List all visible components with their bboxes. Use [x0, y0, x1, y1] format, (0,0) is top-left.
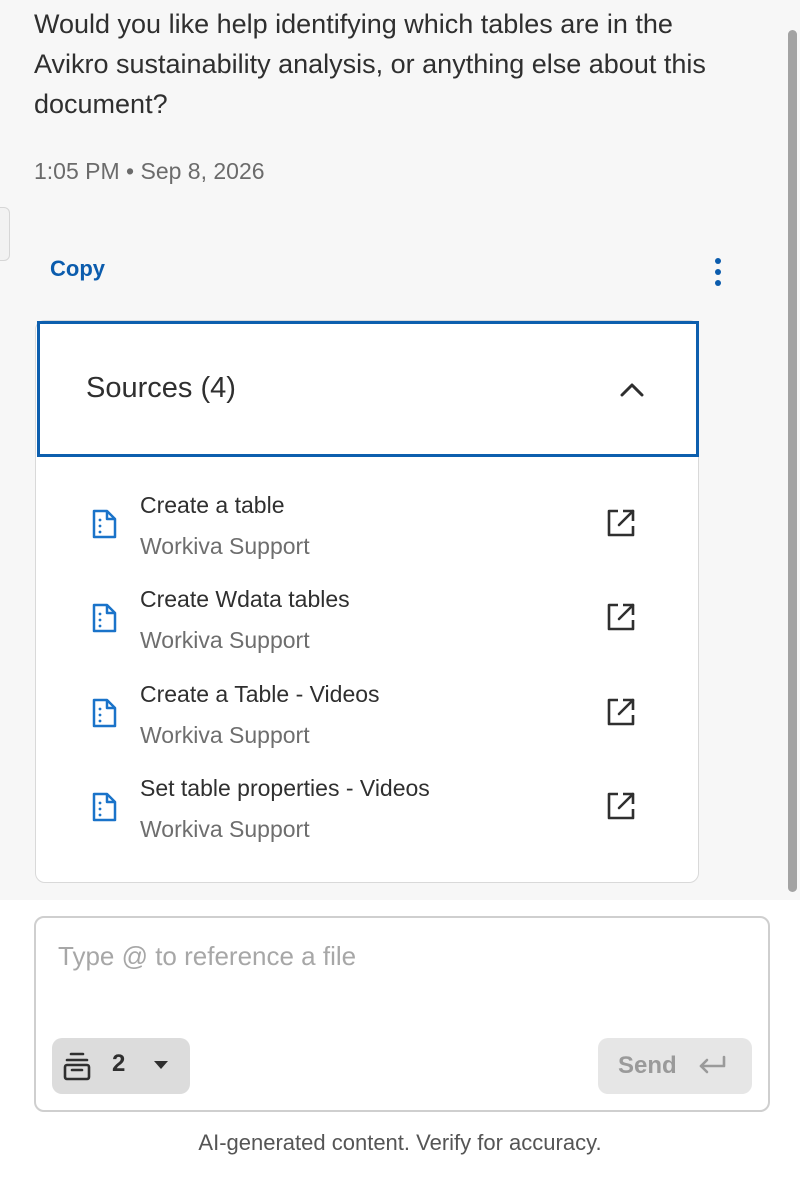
context-count: 2 [112, 1050, 126, 1077]
document-icon [92, 792, 117, 822]
source-item[interactable]: Create a Table - Videos Workiva Support [36, 681, 698, 765]
document-icon [92, 603, 117, 633]
sources-panel: Sources (4) Create a table Workiva Suppo… [35, 320, 699, 883]
source-subtitle: Workiva Support [140, 533, 310, 559]
source-item[interactable]: Create a table Workiva Support [36, 492, 698, 576]
context-files-dropdown[interactable]: 2 [52, 1038, 190, 1094]
source-title: Create a table [140, 492, 285, 518]
stacked-files-icon [63, 1052, 91, 1081]
scrollbar-thumb[interactable] [788, 30, 797, 892]
source-item[interactable]: Set table properties - Videos Workiva Su… [36, 775, 698, 859]
sources-toggle[interactable]: Sources (4) [37, 321, 699, 457]
chevron-up-icon [620, 383, 644, 397]
vertical-ellipsis-icon [715, 258, 721, 286]
external-link-icon[interactable] [604, 789, 638, 823]
caret-down-icon [154, 1061, 168, 1069]
enter-icon [699, 1055, 726, 1074]
source-subtitle: Workiva Support [140, 722, 310, 748]
source-title: Create a Table - Videos [140, 681, 380, 707]
panel-resize-handle[interactable] [0, 207, 10, 261]
assistant-message: Would you like help identifying which ta… [34, 9, 706, 119]
source-subtitle: Workiva Support [140, 816, 310, 842]
copy-button[interactable]: Copy [50, 256, 105, 282]
external-link-icon[interactable] [604, 600, 638, 634]
ai-disclaimer: AI-generated content. Verify for accurac… [198, 1130, 602, 1155]
sources-title: Sources (4) [86, 372, 236, 404]
document-icon [92, 698, 117, 728]
external-link-icon[interactable] [604, 695, 638, 729]
message-timestamp: 1:05 PM • Sep 8, 2026 [34, 158, 265, 184]
source-item[interactable]: Create Wdata tables Workiva Support [36, 586, 698, 670]
source-subtitle: Workiva Support [140, 627, 310, 653]
source-title: Create Wdata tables [140, 586, 350, 612]
message-input[interactable] [58, 936, 738, 976]
source-title: Set table properties - Videos [140, 775, 430, 801]
send-label: Send [618, 1052, 677, 1079]
external-link-icon[interactable] [604, 506, 638, 540]
more-options-button[interactable] [704, 254, 732, 290]
scrollbar-track[interactable] [784, 0, 800, 900]
chat-panel: Would you like help identifying which ta… [0, 0, 800, 900]
message-composer: 2 Send [34, 916, 770, 1112]
send-button[interactable]: Send [598, 1038, 752, 1094]
document-icon [92, 509, 117, 539]
